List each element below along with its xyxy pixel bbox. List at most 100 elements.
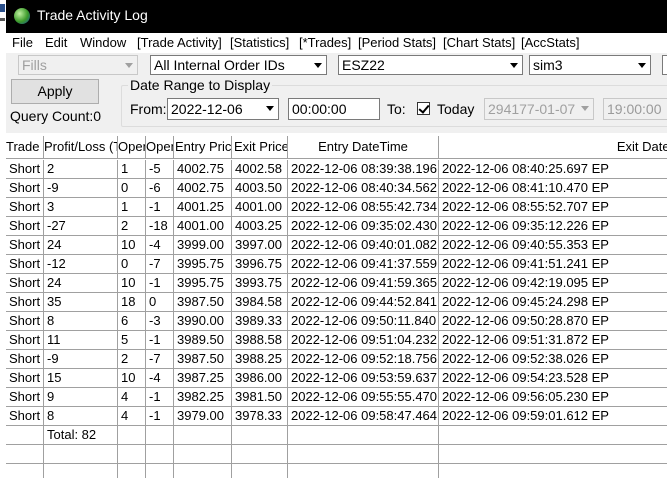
header-open-loss[interactable]: Open Loss — [146, 136, 174, 159]
table-row[interactable]: Short 2 1 -5 4002.75 4002.58 2022-12-06 08:39:… — [6, 160, 667, 179]
table-row[interactable]: Short 24 10 -4 3999.00 3997.00 2022-12-06 09:4… — [6, 236, 667, 255]
to-label: To: — [387, 101, 406, 117]
chevron-down-icon — [577, 99, 593, 119]
window-title: Trade Activity Log — [37, 7, 148, 23]
cell-exit-datetime: 2022-12-06 09:52:38.026 EP — [439, 350, 667, 369]
menu-bar: File Edit Window [Trade Activity] [Stati… — [6, 33, 667, 53]
apply-button[interactable]: Apply — [11, 79, 99, 104]
header-open-profit[interactable]: Open Profit — [118, 136, 146, 159]
cell-entry-price: 3989.50 — [174, 331, 232, 350]
menu-statistics[interactable]: [Statistics] — [230, 35, 289, 50]
fills-combo: Fills — [18, 55, 138, 75]
chevron-down-icon[interactable] — [506, 56, 522, 74]
symbol-combo-value: ESZ22 — [342, 57, 385, 73]
chevron-down-icon[interactable] — [310, 56, 326, 74]
table-row[interactable]: Total: 82 — [6, 426, 667, 445]
cell-exit-price: 3988.25 — [232, 350, 288, 369]
cell-profit-loss: 15 — [44, 369, 118, 388]
cell-open-profit: 1 — [118, 160, 146, 179]
table-row[interactable]: Short 8 6 -3 3990.00 3989.33 2022-12-06 09:50:… — [6, 312, 667, 331]
header-entry-datetime[interactable]: Entry DateTime — [288, 136, 439, 159]
cell-open-profit: 4 — [118, 407, 146, 426]
table-row[interactable] — [6, 445, 667, 464]
cell-exit-price: 3989.33 — [232, 312, 288, 331]
cell-entry-price: 3990.00 — [174, 312, 232, 331]
table-row[interactable]: Short -9 0 -6 4002.75 4003.50 2022-12-06 08:40… — [6, 179, 667, 198]
header-entry-price[interactable]: Entry Price — [174, 136, 232, 159]
cell-open-loss: -7 — [146, 350, 174, 369]
order-ids-combo-value: All Internal Order IDs — [154, 57, 285, 73]
cell-profit-loss: 8 — [44, 407, 118, 426]
header-profit-loss[interactable]: Profit/Loss (Ticks) — [44, 136, 118, 159]
to-time-field: 19:00:00 — [603, 98, 667, 120]
menu-chart-stats[interactable]: [Chart Stats] — [443, 35, 515, 50]
cell-exit-datetime: 2022-12-06 08:40:25.697 EP — [439, 160, 667, 179]
account-combo[interactable]: sim3 — [529, 55, 651, 75]
table-row[interactable]: Short 8 4 -1 3979.00 3978.33 2022-12-06 09:58:… — [6, 407, 667, 426]
cell-profit-loss: 2 — [44, 160, 118, 179]
cell-exit-datetime: 2022-12-06 09:35:12.226 EP — [439, 217, 667, 236]
cell-entry-datetime: 2022-12-06 08:55:42.734 BP — [288, 198, 439, 217]
cell-entry-price: 3999.00 — [174, 236, 232, 255]
menu-period-stats[interactable]: [Period Stats] — [358, 35, 436, 50]
table-row[interactable]: Short 35 18 0 3987.50 3984.58 2022-12-06 09:44… — [6, 293, 667, 312]
cell-entry-datetime: 2022-12-06 08:39:38.196 BP — [288, 160, 439, 179]
chevron-down-icon[interactable] — [262, 99, 278, 119]
table-row[interactable]: Short 24 10 -1 3995.75 3993.75 2022-12-06 09:4… — [6, 274, 667, 293]
cell-open-loss: -1 — [146, 274, 174, 293]
header-exit-datetime[interactable]: Exit DateTime — [439, 136, 667, 159]
today-label: Today — [437, 101, 475, 117]
header-trade-type[interactable]: Trade Type — [6, 136, 44, 159]
table-row[interactable]: Short -9 2 -7 3987.50 3988.25 2022-12-06 09:52… — [6, 350, 667, 369]
cell-entry-price: 3987.25 — [174, 369, 232, 388]
cell-entry-price: 3987.50 — [174, 293, 232, 312]
chevron-down-icon[interactable] — [634, 56, 650, 74]
cell-trade-type — [6, 464, 44, 478]
to-date-picker: 294177-01-07 — [484, 98, 594, 120]
cell-profit-loss: -12 — [44, 255, 118, 274]
table-row[interactable]: Short 9 4 -1 3982.25 3981.50 2022-12-06 09:55:… — [6, 388, 667, 407]
cell-exit-datetime: 2022-12-06 09:51:31.872 EP — [439, 331, 667, 350]
menu-trades[interactable]: [*Trades] — [299, 35, 351, 50]
cell-profit-loss: -27 — [44, 217, 118, 236]
table-row[interactable]: Short -12 0 -7 3995.75 3996.75 2022-12-06 09:4… — [6, 255, 667, 274]
menu-file[interactable]: File — [12, 35, 33, 50]
query-count: Query Count:0 — [10, 108, 102, 124]
table-row[interactable] — [6, 464, 667, 478]
cell-open-loss: -5 — [146, 160, 174, 179]
cell-entry-datetime: 2022-12-06 09:52:18.756 BP — [288, 350, 439, 369]
from-label: From: — [130, 101, 167, 117]
today-checkbox[interactable] — [417, 102, 430, 115]
table-row[interactable]: Short 11 5 -1 3989.50 3988.58 2022-12-06 09:51… — [6, 331, 667, 350]
from-date-picker[interactable]: 2022-12-06 — [167, 98, 279, 120]
table-row[interactable]: Short -27 2 -18 4001.00 4003.25 2022-12-06 09:… — [6, 217, 667, 236]
cell-entry-price: 4002.75 — [174, 179, 232, 198]
background-window-edge — [0, 0, 6, 33]
cell-entry-datetime: 2022-12-06 09:53:59.637 BP — [288, 369, 439, 388]
table-row[interactable]: Short 15 10 -4 3987.25 3986.00 2022-12-06 09:5… — [6, 369, 667, 388]
cell-trade-type — [6, 445, 44, 464]
cell-trade-type: Short — [6, 331, 44, 350]
menu-edit[interactable]: Edit — [45, 35, 67, 50]
cell-profit-loss: -9 — [44, 350, 118, 369]
cell-open-profit — [118, 426, 146, 445]
symbol-combo[interactable]: ESZ22 — [338, 55, 523, 75]
menu-trade-activity[interactable]: [Trade Activity] — [137, 35, 222, 50]
cell-profit-loss: 35 — [44, 293, 118, 312]
extra-combo[interactable] — [662, 55, 667, 75]
menu-accstats[interactable]: [AccStats] — [521, 35, 580, 50]
from-time-field[interactable]: 00:00:00 — [288, 98, 380, 120]
cell-entry-datetime — [288, 426, 439, 445]
header-exit-price[interactable]: Exit Price — [232, 136, 288, 159]
cell-open-loss: -1 — [146, 198, 174, 217]
order-ids-combo[interactable]: All Internal Order IDs — [150, 55, 327, 75]
cell-entry-datetime: 2022-12-06 09:35:02.430 BP — [288, 217, 439, 236]
cell-exit-price: 3986.00 — [232, 369, 288, 388]
menu-window[interactable]: Window — [80, 35, 126, 50]
cell-profit-loss: 24 — [44, 274, 118, 293]
cell-profit-loss: 3 — [44, 198, 118, 217]
cell-exit-price: 3981.50 — [232, 388, 288, 407]
cell-entry-price: 4002.75 — [174, 160, 232, 179]
table-row[interactable]: Short 3 1 -1 4001.25 4001.00 2022-12-06 08:55:… — [6, 198, 667, 217]
cell-entry-price: 3987.50 — [174, 350, 232, 369]
